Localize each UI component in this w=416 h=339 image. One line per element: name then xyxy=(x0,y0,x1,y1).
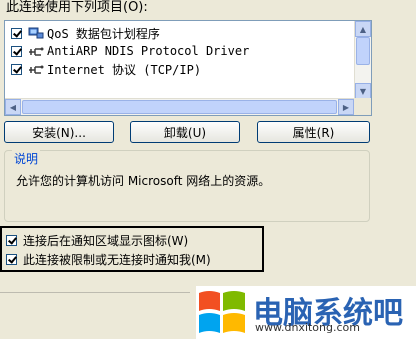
item-checkbox[interactable] xyxy=(11,45,22,57)
item-checkbox[interactable] xyxy=(11,27,22,39)
scroll-up-button[interactable]: ▲ xyxy=(355,21,371,37)
network-protocol-icon xyxy=(29,65,44,74)
uninstall-button[interactable]: 卸载(U) xyxy=(130,121,240,143)
list-item-label: QoS 数据包计划程序 xyxy=(47,26,160,41)
item-checkbox[interactable] xyxy=(11,63,22,75)
notification-options: 连接后在通知区域显示图标(W) 此连接被限制或无连接时通知我(M) xyxy=(0,226,264,272)
show-icon-option[interactable]: 连接后在通知区域显示图标(W) xyxy=(6,232,188,249)
list-item[interactable]: AntiARP NDIS Protocol Driver xyxy=(11,42,249,60)
notify-limited-label: 此连接被限制或无连接时通知我(M) xyxy=(23,253,211,267)
network-service-icon xyxy=(28,27,44,39)
list-item[interactable]: Internet 协议 (TCP/IP) xyxy=(11,60,201,78)
vertical-scroll-thumb[interactable] xyxy=(356,37,370,65)
watermark-url: www.dnxitong.com xyxy=(255,321,360,334)
show-icon-checkbox[interactable] xyxy=(6,235,17,246)
scroll-down-button[interactable]: ▼ xyxy=(355,83,371,99)
show-icon-label: 连接后在通知区域显示图标(W) xyxy=(23,234,189,248)
scrollbar-corner xyxy=(354,98,371,115)
windows-logo-icon xyxy=(199,291,245,333)
install-button[interactable]: 安装(N)... xyxy=(4,121,114,143)
notify-limited-option[interactable]: 此连接被限制或无连接时通知我(M) xyxy=(6,251,211,268)
vertical-scrollbar[interactable]: ▲ ▼ xyxy=(354,21,371,99)
items-list-label: 此连接使用下列项目(O): xyxy=(6,0,148,15)
description-legend: 说明 xyxy=(12,150,41,167)
properties-button[interactable]: 属性(R) xyxy=(257,121,370,143)
description-text: 允许您的计算机访问 Microsoft 网络上的资源。 xyxy=(16,174,271,188)
horizontal-scroll-thumb[interactable] xyxy=(22,100,337,114)
components-list[interactable]: QoS 数据包计划程序 AntiARP NDIS Protocol Driver… xyxy=(4,20,372,116)
divider xyxy=(0,292,190,293)
list-item[interactable]: QoS 数据包计划程序 xyxy=(11,24,160,42)
horizontal-scrollbar[interactable]: ◀ ▶ xyxy=(5,98,354,115)
scroll-right-button[interactable]: ▶ xyxy=(338,99,354,115)
network-protocol-icon xyxy=(29,47,44,56)
list-item-label: AntiARP NDIS Protocol Driver xyxy=(47,44,250,58)
scroll-left-button[interactable]: ◀ xyxy=(5,99,21,115)
list-item-label: Internet 协议 (TCP/IP) xyxy=(47,62,202,77)
notify-limited-checkbox[interactable] xyxy=(6,254,17,265)
